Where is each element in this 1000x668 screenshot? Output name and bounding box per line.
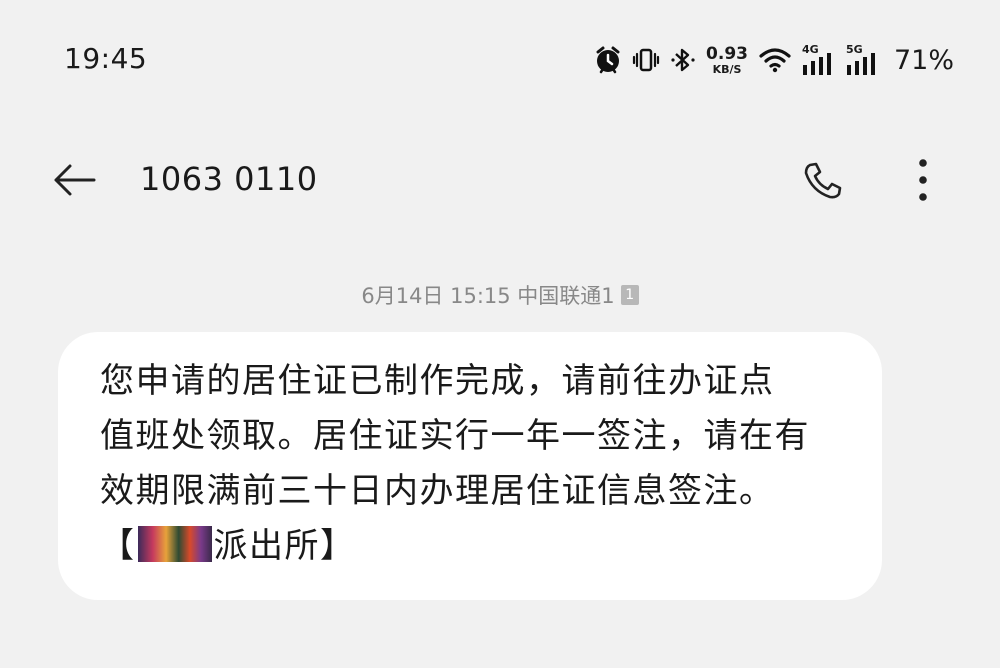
sim-badge: 1 <box>620 285 639 305</box>
bluetooth-icon <box>670 46 696 74</box>
message-line-3: 效期限满前三十日内办理居住证信息签注。 <box>100 471 775 511</box>
signal-icon <box>846 53 875 75</box>
phone-icon <box>804 162 842 199</box>
message-timestamp: 6月14日 15:15 中国联通1 1 <box>0 280 1000 310</box>
contact-title: 1063 0110 <box>140 160 318 198</box>
redacted-image <box>137 526 212 562</box>
signal-icon <box>802 53 831 75</box>
net-speed-unit: KB/S <box>712 62 742 76</box>
signature-prefix: 【 <box>100 526 136 566</box>
app-bar: 1063 0110 <box>0 140 1000 220</box>
back-arrow-icon <box>54 164 96 196</box>
status-time: 19:45 <box>64 42 148 75</box>
status-bar: 19:45 0.93 KB/S 4G 5G 71% <box>0 0 1000 120</box>
message-line-1: 您申请的居住证已制作完成，请前往办证点 <box>100 361 775 401</box>
net-speed: 0.93 KB/S <box>706 43 748 76</box>
message-signature: 【 派出所】 <box>100 519 852 574</box>
status-icons: 0.93 KB/S 4G 5G 71% <box>594 38 954 82</box>
net-speed-value: 0.93 <box>706 43 748 64</box>
signal-4g: 4G <box>802 43 836 75</box>
alarm-icon <box>594 45 622 75</box>
wifi-icon <box>758 47 792 73</box>
call-button[interactable] <box>798 158 848 204</box>
signal-5g: 5G <box>846 43 880 75</box>
more-vertical-icon <box>919 159 927 201</box>
more-options-button[interactable] <box>900 156 946 204</box>
back-button[interactable] <box>48 158 102 202</box>
message-body: 您申请的居住证已制作完成，请前往办证点 值班处领取。居住证实行一年一签注，请在有效… <box>100 354 852 574</box>
message-meta-text: 6月14日 15:15 中国联通1 <box>361 284 615 308</box>
message-line-2: 值班处领取。居住证实行一年一签注，请在有 <box>100 416 810 456</box>
signature-suffix: 派出所】 <box>213 526 356 566</box>
message-bubble[interactable]: 您申请的居住证已制作完成，请前往办证点 值班处领取。居住证实行一年一签注，请在有效… <box>58 332 882 600</box>
vibrate-icon <box>632 46 660 74</box>
battery-percent: 71% <box>893 44 954 76</box>
